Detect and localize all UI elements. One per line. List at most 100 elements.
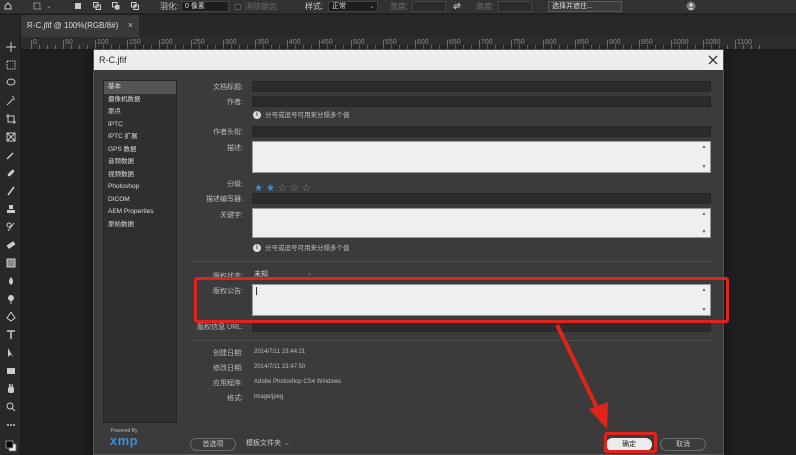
eraser-tool[interactable] bbox=[2, 238, 19, 252]
ruler-tick bbox=[95, 40, 96, 49]
category-item[interactable]: 摄像机数据 bbox=[104, 94, 176, 107]
height-input[interactable] bbox=[498, 1, 532, 12]
file-info-dialog: R-C.jfif 基本 摄像机数据 原点 IPTC IPTC 扩展 GPS 数据 音频数据视… bbox=[93, 49, 724, 455]
cancel-button[interactable]: 取消 bbox=[660, 438, 706, 451]
category-item[interactable]: 原始数据 bbox=[104, 219, 176, 232]
ruler-tick bbox=[159, 40, 160, 49]
dodge-tool[interactable] bbox=[2, 292, 19, 306]
ruler-minor-tick bbox=[743, 45, 744, 49]
preferences-button[interactable]: 首选项 bbox=[190, 438, 236, 451]
marquee-tool[interactable] bbox=[2, 58, 19, 72]
path-selection-tool[interactable] bbox=[2, 346, 19, 360]
category-item[interactable]: 视频数据 bbox=[104, 169, 176, 182]
pen-tool[interactable] bbox=[2, 310, 19, 324]
category-list: 基本 摄像机数据 原点 IPTC IPTC 扩展 GPS 数据 音频数据 视频数据 Photos… bbox=[103, 80, 177, 423]
rating-stars[interactable]: ★ ★ ☆ ☆ ☆ bbox=[254, 178, 314, 194]
ruler-tick bbox=[447, 40, 448, 49]
ruler-tick bbox=[511, 40, 512, 49]
type-tool[interactable] bbox=[2, 328, 19, 342]
magic-wand-tool[interactable] bbox=[2, 94, 19, 108]
scroll-down-icon[interactable]: ▼ bbox=[702, 164, 707, 170]
category-item[interactable]: AEM Properties bbox=[104, 206, 176, 219]
eyedropper-tool[interactable] bbox=[2, 148, 19, 162]
ruler-minor-tick bbox=[727, 45, 728, 49]
ruler-minor-tick bbox=[751, 45, 752, 49]
scroll-up-icon[interactable]: ▲ bbox=[702, 211, 707, 217]
crop-tool[interactable] bbox=[2, 112, 19, 126]
description-textarea[interactable]: ▲ ▼ bbox=[252, 141, 711, 173]
ruler-tick bbox=[63, 40, 64, 49]
author-input[interactable] bbox=[252, 96, 711, 107]
move-tool[interactable] bbox=[2, 40, 19, 54]
home-icon[interactable] bbox=[4, 2, 12, 10]
keywords-label: 关键字: bbox=[220, 212, 243, 219]
document-tab[interactable]: R-C.jfif @ 100%(RGB/8#) × bbox=[21, 15, 139, 37]
add-selection-icon[interactable] bbox=[93, 2, 101, 10]
app-label: 应用程序: bbox=[213, 380, 243, 387]
healing-brush-tool[interactable] bbox=[2, 166, 19, 180]
created-label: 创建日期: bbox=[213, 350, 243, 357]
lasso-tool[interactable] bbox=[2, 76, 19, 90]
section-divider bbox=[192, 261, 712, 262]
chevron-down-icon: ⌄ bbox=[369, 3, 375, 10]
ruler-tick bbox=[255, 40, 256, 49]
blur-tool[interactable] bbox=[2, 274, 19, 288]
desc-writer-input[interactable] bbox=[252, 193, 711, 204]
template-folder-button[interactable]: 模板文件夹 ⌄ bbox=[244, 438, 296, 451]
gradient-tool[interactable] bbox=[2, 256, 19, 270]
marquee-tool-icon[interactable] bbox=[33, 2, 41, 10]
antialias-checkbox[interactable] bbox=[235, 4, 241, 10]
desc-writer-label: 描述编写器: bbox=[206, 196, 243, 203]
doc-title-input[interactable] bbox=[252, 81, 711, 92]
swap-icon[interactable] bbox=[453, 2, 461, 10]
author-title-input[interactable] bbox=[252, 126, 711, 137]
category-item[interactable]: 基本 bbox=[104, 81, 176, 94]
new-selection-icon[interactable] bbox=[74, 2, 82, 10]
scroll-down-icon[interactable]: ▼ bbox=[702, 229, 707, 235]
brush-icon bbox=[6, 186, 15, 196]
shape-tool[interactable] bbox=[2, 364, 19, 378]
zoom-tool[interactable] bbox=[2, 400, 19, 414]
keywords-textarea[interactable]: ▲ ▼ bbox=[252, 208, 711, 238]
more-tools[interactable] bbox=[2, 418, 19, 432]
textarea-scrollbar[interactable]: ▲ ▼ bbox=[701, 144, 707, 170]
ruler-tick bbox=[287, 40, 288, 49]
category-item[interactable]: GPS 数据 bbox=[104, 144, 176, 157]
feather-input[interactable]: 0 像素 bbox=[181, 1, 229, 12]
textarea-scrollbar[interactable]: ▲ ▼ bbox=[701, 211, 707, 235]
info-icon: i bbox=[253, 111, 261, 120]
user-icon[interactable] bbox=[686, 1, 696, 11]
eyedropper-icon bbox=[6, 152, 13, 160]
category-item[interactable]: IPTC 扩展 bbox=[104, 131, 176, 144]
select-mask-button[interactable]: 选择并遮住... bbox=[548, 1, 622, 12]
category-item[interactable]: DICOM bbox=[104, 194, 176, 207]
ruler-tick bbox=[543, 40, 544, 49]
format-label: 格式: bbox=[227, 395, 243, 402]
keywords-hint-text: 分号或逗号可用来分隔多个值 bbox=[265, 245, 350, 252]
category-item[interactable]: Photoshop bbox=[104, 181, 176, 194]
category-item[interactable]: 原点 bbox=[104, 106, 176, 119]
rectangle-icon bbox=[6, 368, 15, 374]
doc-title-label: 文档标题: bbox=[213, 84, 243, 91]
color-swatches[interactable] bbox=[2, 438, 19, 452]
scroll-up-icon[interactable]: ▲ bbox=[702, 144, 707, 150]
clone-stamp-tool[interactable] bbox=[2, 202, 19, 216]
style-select[interactable]: 正常 ⌄ bbox=[328, 1, 378, 12]
close-icon[interactable]: × bbox=[128, 20, 133, 30]
subtract-selection-icon[interactable] bbox=[112, 2, 120, 10]
magic-wand-icon bbox=[6, 96, 15, 106]
modified-label: 修改日期: bbox=[213, 365, 243, 372]
width-input[interactable] bbox=[412, 1, 446, 12]
chevron-down-icon[interactable]: ⌄ bbox=[46, 1, 52, 13]
category-item[interactable]: IPTC bbox=[104, 119, 176, 132]
brush-tool[interactable] bbox=[2, 184, 19, 198]
category-item[interactable]: 音频数据 bbox=[104, 156, 176, 169]
intersect-selection-icon[interactable] bbox=[131, 2, 139, 10]
hand-tool[interactable] bbox=[2, 382, 19, 396]
feather-label: 羽化: bbox=[160, 2, 179, 11]
close-icon[interactable] bbox=[705, 52, 721, 68]
frame-tool[interactable] bbox=[2, 130, 19, 144]
gradient-icon bbox=[6, 258, 15, 268]
dodge-icon bbox=[7, 295, 14, 304]
history-brush-tool[interactable] bbox=[2, 220, 19, 234]
